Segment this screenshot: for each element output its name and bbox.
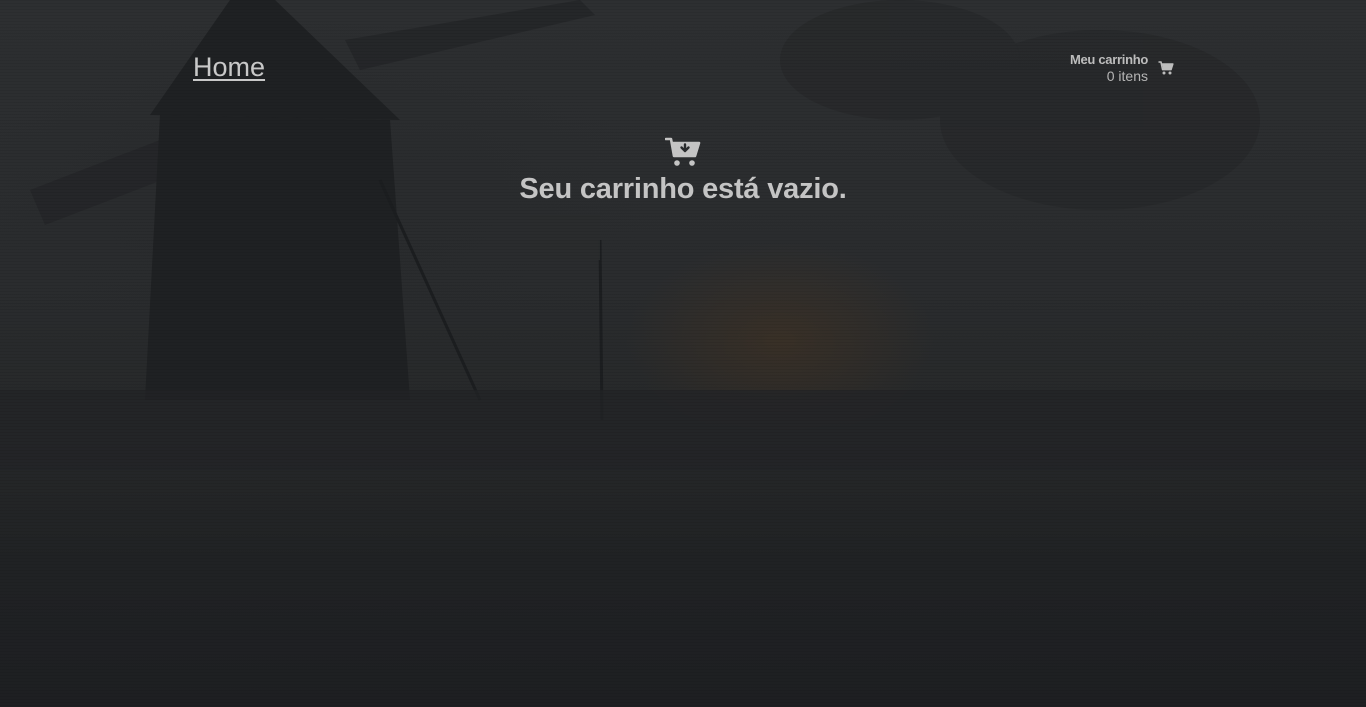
mini-cart-title: Meu carrinho	[1069, 52, 1148, 67]
mini-cart-text: Meu carrinho 0 itens	[1070, 51, 1148, 85]
cart-arrow-down-icon	[664, 136, 701, 168]
home-link[interactable]: Home	[193, 52, 265, 83]
background-scene	[0, 0, 1366, 707]
mini-cart-count: 0 itens	[1106, 68, 1148, 84]
empty-cart-message: Seu carrinho está vazio.	[519, 173, 847, 205]
shopping-cart-icon[interactable]	[1158, 60, 1174, 76]
mini-cart[interactable]: Meu carrinho 0 itens	[1070, 51, 1174, 85]
empty-cart-section: Seu carrinho está vazio.	[0, 136, 1366, 206]
